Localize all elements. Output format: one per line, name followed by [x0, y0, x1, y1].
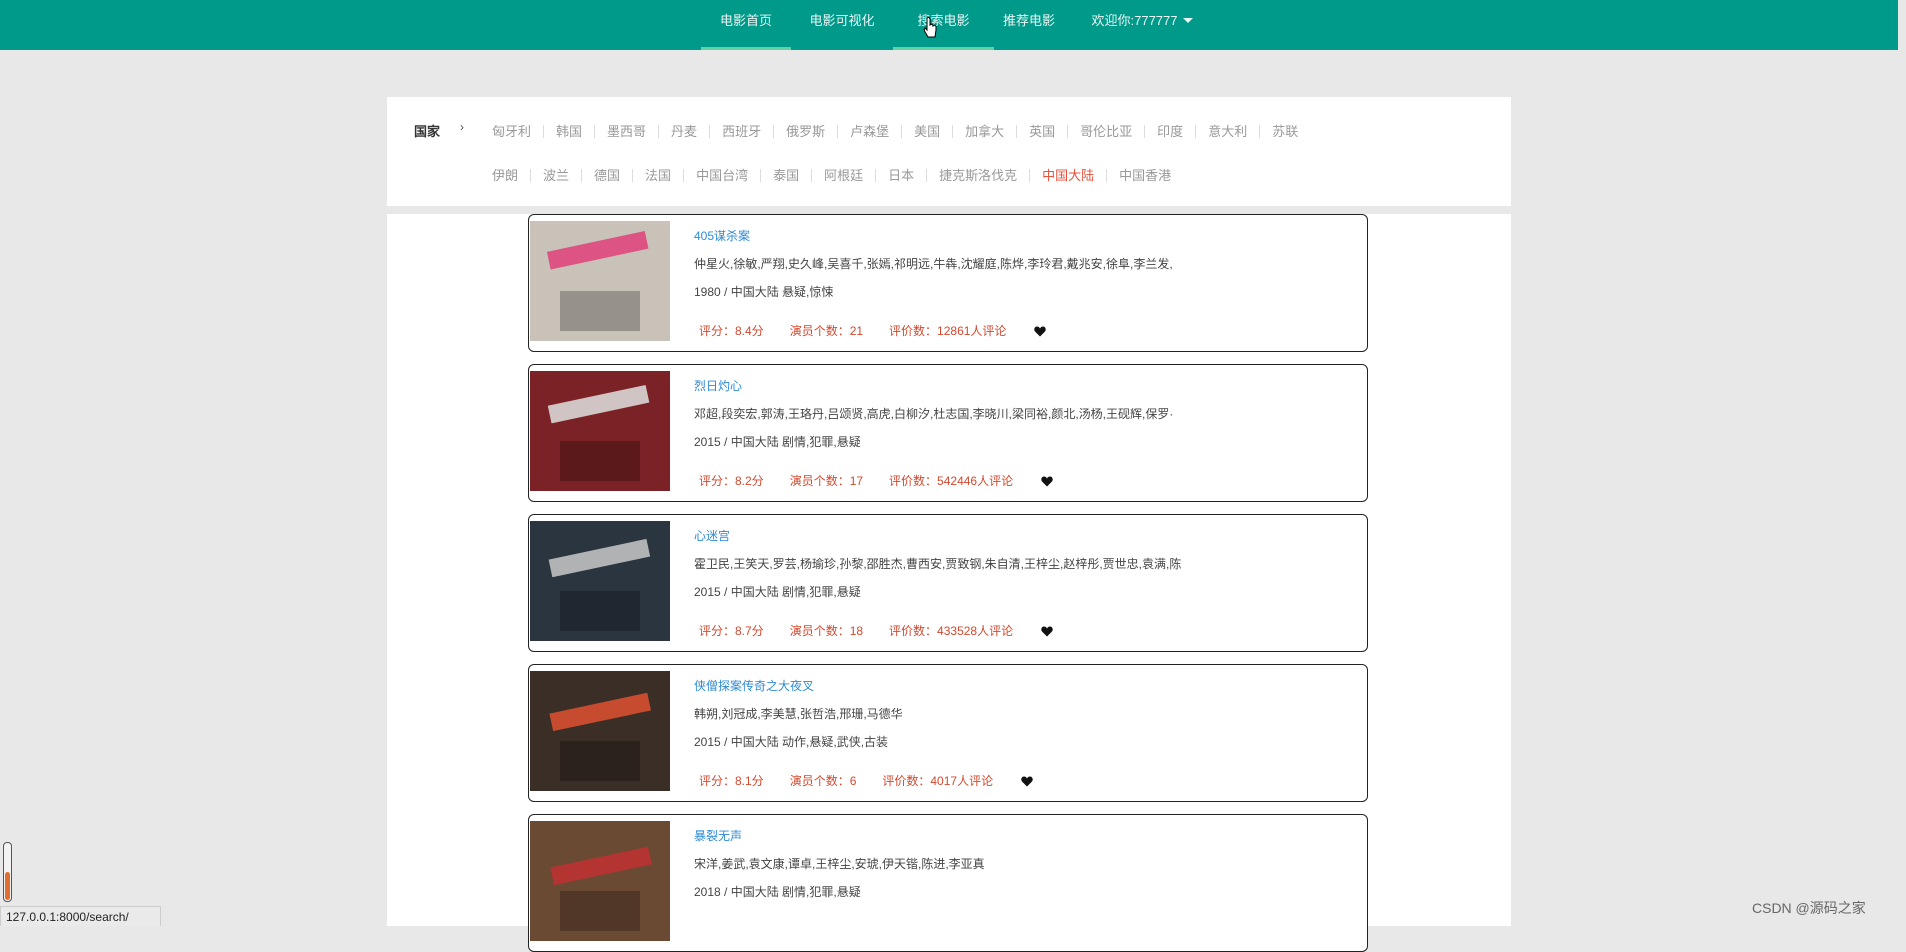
nav-search[interactable]: 搜索电影: [893, 0, 994, 50]
user-welcome-label: 欢迎你:777777: [1091, 13, 1178, 28]
country-link[interactable]: 阿根廷: [812, 165, 875, 184]
country-filter-panel: 国家 › 匈牙利 韩国 墨西哥 丹麦 西班牙 俄罗斯 卢森堡 美国 加拿大 英国 哥伦比亚 印度 意大利…: [387, 97, 1511, 206]
status-url-bar: 127.0.0.1:8000/search/: [0, 906, 161, 926]
country-link[interactable]: 韩国: [544, 121, 594, 140]
movie-review-count: 评价数：433528人评论: [889, 624, 1014, 638]
movie-poster[interactable]: [530, 371, 670, 491]
movie-actors: 韩朔,刘冠成,李美慧,张哲浩,邢珊,马德华: [694, 707, 903, 721]
country-link[interactable]: 中国香港: [1107, 165, 1183, 184]
country-link[interactable]: 美国: [902, 121, 952, 140]
movie-review-count: 评价数：542446人评论: [889, 474, 1014, 488]
country-row-1: 匈牙利 韩国 墨西哥 丹麦 西班牙 俄罗斯 卢森堡 美国 加拿大 英国 哥伦比亚 印度 意大利 苏联: [492, 121, 1310, 140]
movie-meta: 1980 / 中国大陆 悬疑,惊悚: [694, 285, 834, 299]
movie-actors: 宋洋,姜武,袁文康,谭卓,王梓尘,安琥,伊天锴,陈进,李亚真: [694, 857, 985, 871]
country-link[interactable]: 俄罗斯: [774, 121, 837, 140]
movie-meta: 2018 / 中国大陆 剧情,犯罪,悬疑: [694, 885, 861, 899]
country-link[interactable]: 墨西哥: [595, 121, 658, 140]
movie-poster[interactable]: [530, 671, 670, 791]
movie-actor-count: 演员个数：21: [789, 324, 864, 338]
movie-review-count: 评价数：12861人评论: [889, 324, 1007, 338]
movie-card[interactable]: 暴裂无声 宋洋,姜武,袁文康,谭卓,王梓尘,安琥,伊天锴,陈进,李亚真 2018…: [528, 814, 1368, 952]
movie-rating: 评分：8.1分: [699, 774, 764, 788]
nav-list: 电影首页 电影可视化 搜索电影 推荐电影 欢迎你:777777: [0, 0, 1898, 50]
heart-icon[interactable]: [1034, 326, 1047, 337]
heart-icon[interactable]: [1041, 626, 1053, 637]
movie-title[interactable]: 暴裂无声: [694, 827, 742, 844]
movie-actor-count: 演员个数：17: [789, 474, 864, 488]
movie-stats: 评分：8.1分 演员个数：6 评价数：4017人评论: [699, 772, 1033, 789]
scroll-progress-widget: [3, 842, 12, 902]
country-link[interactable]: 卢森堡: [838, 121, 901, 140]
movie-list: 405谋杀案 仲星火,徐敏,严翔,史久峰,吴喜千,张嫣,祁明远,牛犇,沈耀庭,陈…: [387, 214, 1511, 952]
heart-icon[interactable]: [1041, 476, 1053, 487]
country-link[interactable]: 泰国: [761, 165, 811, 184]
watermark: CSDN @源码之家: [1752, 900, 1866, 916]
movie-rating: 评分：8.7分: [699, 624, 764, 638]
country-link[interactable]: 法国: [633, 165, 683, 184]
country-link[interactable]: 英国: [1017, 121, 1067, 140]
filter-label: 国家: [414, 124, 441, 139]
movie-actors: 邓超,段奕宏,郭涛,王珞丹,吕颂贤,高虎,白柳汐,杜志国,李晓川,梁同裕,颜北,…: [694, 407, 1174, 421]
movie-title[interactable]: 405谋杀案: [694, 227, 750, 244]
country-link[interactable]: 捷克斯洛伐克: [927, 165, 1029, 184]
movie-meta: 2015 / 中国大陆 动作,悬疑,武侠,古装: [694, 735, 889, 749]
country-link[interactable]: 哥伦比亚: [1068, 121, 1144, 140]
movie-review-count: 评价数：4017人评论: [882, 774, 994, 788]
heart-icon[interactable]: [1021, 776, 1033, 787]
country-link[interactable]: 德国: [582, 165, 632, 184]
scroll-progress-fill: [5, 872, 10, 900]
country-link[interactable]: 加拿大: [953, 121, 1016, 140]
movie-meta: 2015 / 中国大陆 剧情,犯罪,悬疑: [694, 585, 861, 599]
chevron-right-icon: ›: [460, 120, 464, 134]
country-link[interactable]: 波兰: [531, 165, 581, 184]
movie-card[interactable]: 侠僧探案传奇之大夜叉 韩朔,刘冠成,李美慧,张哲浩,邢珊,马德华 2015 / …: [528, 664, 1368, 802]
nav-home[interactable]: 电影首页: [701, 0, 791, 50]
movie-actor-count: 演员个数：6: [789, 774, 857, 788]
movie-stats: 评分：8.7分 演员个数：18 评价数：433528人评论: [699, 622, 1053, 639]
hand-pointer-icon: [923, 16, 937, 38]
movie-rating: 评分：8.4分: [699, 324, 764, 338]
movie-card[interactable]: 心迷宫 霍卫民,王笑天,罗芸,杨瑜珍,孙黎,邵胜杰,曹西安,贾致钢,朱自清,王梓…: [528, 514, 1368, 652]
country-link[interactable]: 丹麦: [659, 121, 709, 140]
country-link[interactable]: 中国台湾: [684, 165, 760, 184]
movie-title[interactable]: 烈日灼心: [694, 377, 742, 394]
movie-rating: 评分：8.2分: [699, 474, 764, 488]
country-link[interactable]: 中国大陆: [1030, 165, 1106, 184]
movie-actors: 仲星火,徐敏,严翔,史久峰,吴喜千,张嫣,祁明远,牛犇,沈耀庭,陈烨,李玲君,戴…: [694, 257, 1173, 271]
country-link[interactable]: 伊朗: [492, 165, 530, 184]
movie-stats: [699, 922, 777, 936]
country-link[interactable]: 西班牙: [710, 121, 773, 140]
movie-actor-count: 演员个数：18: [789, 624, 864, 638]
movie-card[interactable]: 烈日灼心 邓超,段奕宏,郭涛,王珞丹,吕颂贤,高虎,白柳汐,杜志国,李晓川,梁同…: [528, 364, 1368, 502]
movie-poster[interactable]: [530, 821, 670, 941]
country-link[interactable]: 匈牙利: [492, 121, 543, 140]
movie-poster[interactable]: [530, 521, 670, 641]
movie-title[interactable]: 心迷宫: [694, 527, 730, 544]
movie-title[interactable]: 侠僧探案传奇之大夜叉: [694, 677, 814, 694]
country-link[interactable]: 日本: [876, 165, 926, 184]
movie-actors: 霍卫民,王笑天,罗芸,杨瑜珍,孙黎,邵胜杰,曹西安,贾致钢,朱自清,王梓尘,赵梓…: [694, 557, 1182, 571]
caret-down-icon: [1182, 18, 1193, 23]
nav-recommend[interactable]: 推荐电影: [996, 0, 1062, 50]
country-row-2: 伊朗 波兰 德国 法国 中国台湾 泰国 阿根廷 日本 捷克斯洛伐克 中国大陆 中国香港: [492, 165, 1183, 184]
movie-stats: 评分：8.4分 演员个数：21 评价数：12861人评论: [699, 322, 1047, 339]
top-navbar: 电影首页 电影可视化 搜索电影 推荐电影 欢迎你:777777: [0, 0, 1898, 50]
movie-card[interactable]: 405谋杀案 仲星火,徐敏,严翔,史久峰,吴喜千,张嫣,祁明远,牛犇,沈耀庭,陈…: [528, 214, 1368, 352]
country-link[interactable]: 印度: [1145, 121, 1195, 140]
nav-user-menu[interactable]: 欢迎你:777777: [1086, 0, 1198, 50]
country-link[interactable]: 意大利: [1196, 121, 1259, 140]
movie-stats: 评分：8.2分 演员个数：17 评价数：542446人评论: [699, 472, 1053, 489]
movie-meta: 2015 / 中国大陆 剧情,犯罪,悬疑: [694, 435, 861, 449]
movie-poster[interactable]: [530, 221, 670, 341]
country-link[interactable]: 苏联: [1260, 121, 1310, 140]
nav-visualization[interactable]: 电影可视化: [800, 0, 884, 50]
